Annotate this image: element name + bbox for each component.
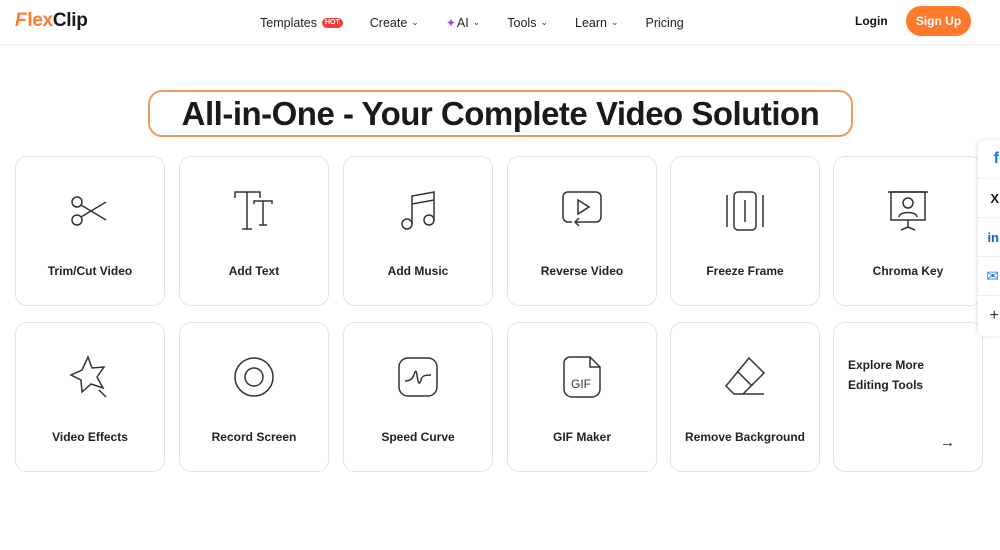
main-nav: Templates HOT Create ⌄ ✦ AI ⌄ Tools ⌄ Le… <box>260 0 711 45</box>
arrow-right-icon: → <box>940 434 955 451</box>
tool-label: Remove Background <box>684 430 806 444</box>
sparkle-icon: ✦ <box>445 15 456 30</box>
chevron-down-icon: ⌄ <box>411 17 419 27</box>
nav-tools[interactable]: Tools ⌄ <box>507 16 548 30</box>
logo-mark: F <box>15 10 27 31</box>
tool-card-reverse[interactable]: Reverse Video <box>507 156 657 306</box>
tool-card-add-music[interactable]: Add Music <box>343 156 493 306</box>
tool-label: Add Music <box>387 264 449 278</box>
logo-text-clip: Clip <box>52 10 88 31</box>
nav-pricing[interactable]: Pricing <box>646 16 684 30</box>
nav-tools-label: Tools <box>507 15 537 30</box>
chevron-down-icon: ⌄ <box>540 17 548 27</box>
top-navbar: Flex Clip Templates HOT Create ⌄ ✦ AI ⌄ T… <box>0 0 1000 45</box>
nav-templates-label: Templates <box>260 15 317 30</box>
explore-more-text: Explore More Editing Tools <box>848 355 924 395</box>
tool-label: Add Text <box>228 264 280 278</box>
tool-label: GIF Maker <box>552 430 612 444</box>
tool-label: Chroma Key <box>872 264 944 278</box>
logo-text-flex: lex <box>27 10 53 31</box>
tool-card-add-text[interactable]: Add Text <box>179 156 329 306</box>
hot-badge: HOT <box>321 17 343 28</box>
linkedin-icon[interactable]: in <box>978 218 1000 257</box>
tool-label: Speed Curve <box>381 430 455 444</box>
music-note-icon <box>401 191 435 230</box>
nav-templates[interactable]: Templates HOT <box>260 16 343 30</box>
tool-label: Video Effects <box>52 430 128 444</box>
star-wand-icon <box>69 355 107 398</box>
tool-card-freeze[interactable]: Freeze Frame <box>670 156 820 306</box>
tool-card-gif[interactable]: GIF GIF Maker <box>507 322 657 472</box>
explore-more-line2: Editing Tools <box>848 378 924 392</box>
email-icon[interactable]: ✉ <box>978 257 1000 296</box>
x-icon[interactable]: X <box>978 179 1000 218</box>
reverse-play-icon <box>562 191 602 227</box>
signup-button[interactable]: Sign Up <box>906 6 971 36</box>
tool-card-remove-bg[interactable]: Remove Background <box>670 322 820 472</box>
explore-more-line1: Explore More <box>848 358 925 372</box>
nav-pricing-label: Pricing <box>645 15 684 30</box>
nav-ai[interactable]: ✦ AI ⌄ <box>446 16 480 30</box>
chevron-down-icon: ⌄ <box>610 17 619 27</box>
share-sidebar: f X in ✉ + <box>978 140 1000 336</box>
more-share-icon[interactable]: + <box>978 296 1000 335</box>
nav-create[interactable]: Create ⌄ <box>370 16 419 30</box>
login-link[interactable]: Login <box>855 14 888 28</box>
svg-text:GIF: GIF <box>571 377 591 391</box>
tool-label: Trim/Cut Video <box>47 264 133 278</box>
tool-card-speed[interactable]: Speed Curve <box>343 322 493 472</box>
tool-label: Record Screen <box>211 430 297 444</box>
facebook-icon[interactable]: f <box>978 140 1000 179</box>
nav-learn-label: Learn <box>575 15 607 30</box>
nav-ai-label: AI <box>456 15 469 30</box>
tool-label: Freeze Frame <box>706 264 784 278</box>
scissors-icon <box>71 196 107 226</box>
tool-card-chroma[interactable]: Chroma Key <box>833 156 983 306</box>
eraser-icon <box>724 356 766 395</box>
speed-curve-icon <box>398 357 438 397</box>
record-icon <box>234 357 274 397</box>
nav-learn[interactable]: Learn ⌄ <box>575 16 619 30</box>
text-icon <box>234 191 273 230</box>
tool-card-effects[interactable]: Video Effects <box>15 322 165 472</box>
tool-card-record[interactable]: Record Screen <box>179 322 329 472</box>
headline-frame: All-in-One - Your Complete Video Solutio… <box>148 90 853 137</box>
nav-create-label: Create <box>369 15 408 30</box>
flexclip-logo[interactable]: Flex Clip <box>15 9 88 33</box>
explore-more-card[interactable]: Explore More Editing Tools → <box>833 322 983 472</box>
presenter-screen-icon <box>888 191 928 231</box>
page-title: All-in-One - Your Complete Video Solutio… <box>181 94 820 132</box>
gif-file-icon: GIF <box>563 356 601 398</box>
tool-label: Reverse Video <box>540 264 624 278</box>
freeze-frame-icon <box>726 191 764 231</box>
tool-card-trim[interactable]: Trim/Cut Video <box>15 156 165 306</box>
chevron-down-icon: ⌄ <box>472 17 481 27</box>
